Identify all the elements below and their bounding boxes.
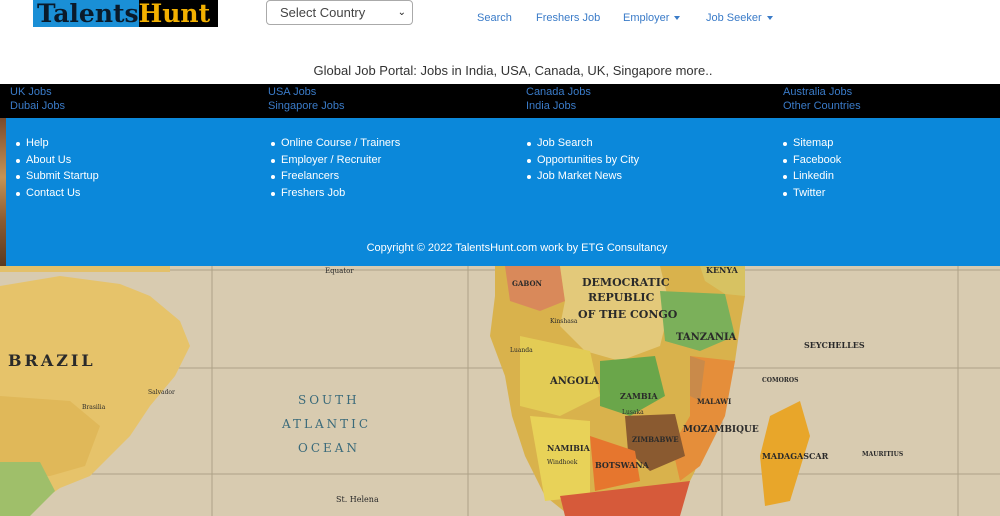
- map-label-south: SOUTH: [298, 393, 360, 407]
- map-label-drc-2: REPUBLIC: [588, 291, 655, 304]
- map-label-st-helena: St. Helena: [336, 495, 379, 504]
- footer-col-services: Online Course / Trainers Employer / Recr…: [268, 135, 400, 201]
- nav-search[interactable]: Search: [477, 12, 512, 24]
- footer-link-employer-recruiter[interactable]: Employer / Recruiter: [268, 152, 400, 169]
- map-label-mozambique: MOZAMBIQUE: [683, 425, 759, 435]
- footer-link-facebook[interactable]: Facebook: [780, 152, 841, 169]
- footer-link-opportunities-by-city[interactable]: Opportunities by City: [524, 152, 639, 169]
- footer-link-freelancers[interactable]: Freelancers: [268, 168, 400, 185]
- link-dubai-jobs[interactable]: Dubai Jobs: [10, 100, 65, 112]
- map-label-brazil: BRAZIL: [8, 351, 96, 370]
- link-australia-jobs[interactable]: Australia Jobs: [783, 86, 852, 98]
- logo-part-hunt: Hunt: [138, 0, 218, 27]
- link-uk-jobs[interactable]: UK Jobs: [10, 86, 52, 98]
- nav-employer-dropdown[interactable]: Employer: [623, 12, 681, 24]
- footer-link-freshers-job[interactable]: Freshers Job: [268, 185, 400, 202]
- map-label-botswana: BOTSWANA: [595, 460, 650, 470]
- nav-freshers-job[interactable]: Freshers Job: [536, 12, 600, 24]
- caret-down-icon: [766, 16, 773, 21]
- link-other-countries[interactable]: Other Countries: [783, 100, 861, 112]
- map-label-kenya: KENYA: [706, 266, 739, 275]
- map-label-comoros: COMOROS: [762, 377, 798, 384]
- map-label-salvador: Salvador: [148, 389, 175, 396]
- logo-part-talents: Talents: [33, 0, 139, 27]
- map-label-kinshasa: Kinshasa: [550, 318, 578, 325]
- tagline: Global Job Portal: Jobs in India, USA, C…: [313, 63, 713, 78]
- nav-job-seeker-label: Job Seeker: [706, 12, 762, 24]
- map-label-lusaka: Lusaka: [622, 409, 644, 416]
- footer-link-about-us[interactable]: About Us: [13, 152, 99, 169]
- link-usa-jobs[interactable]: USA Jobs: [268, 86, 316, 98]
- map-label-mauritius: MAURITIUS: [862, 451, 903, 458]
- footer-link-job-market-news[interactable]: Job Market News: [524, 168, 639, 185]
- footer-col-social: Sitemap Facebook Linkedin Twitter: [780, 135, 841, 201]
- world-map-image: BRAZIL SOUTH ATLANTIC OCEAN DEMOCRATIC R…: [0, 266, 1000, 516]
- chevron-down-icon: ⌄: [397, 7, 406, 18]
- map-label-ocean: OCEAN: [298, 441, 360, 455]
- map-label-zimbabwe: ZIMBABWE: [632, 435, 679, 444]
- map-label-luanda: Luanda: [510, 347, 533, 354]
- nav-employer-label: Employer: [623, 12, 670, 24]
- map-label-drc-3: OF THE CONGO: [578, 308, 678, 321]
- link-canada-jobs[interactable]: Canada Jobs: [526, 86, 591, 98]
- link-india-jobs[interactable]: India Jobs: [526, 100, 576, 112]
- map-label-brasilia: Brasilia: [82, 404, 106, 411]
- footer-link-linkedin[interactable]: Linkedin: [780, 168, 841, 185]
- map-label-zambia: ZAMBIA: [620, 391, 658, 401]
- link-singapore-jobs[interactable]: Singapore Jobs: [268, 100, 344, 112]
- map-label-seychelles: SEYCHELLES: [804, 340, 865, 350]
- footer-link-sitemap[interactable]: Sitemap: [780, 135, 841, 152]
- map-label-tanzania: TANZANIA: [676, 332, 737, 343]
- footer-link-contact-us[interactable]: Contact Us: [13, 185, 99, 202]
- map-label-gabon: GABON: [512, 279, 543, 288]
- map-label-malawi: MALAWI: [697, 397, 731, 406]
- nav-job-seeker-dropdown[interactable]: Job Seeker: [706, 12, 773, 24]
- footer-col-jobs: Job Search Opportunities by City Job Mar…: [524, 135, 639, 185]
- map-label-atlantic: ATLANTIC: [281, 417, 371, 431]
- country-select-value: Select Country: [280, 5, 366, 20]
- footer-col-general: Help About Us Submit Startup Contact Us: [13, 135, 99, 201]
- footer-link-submit-startup[interactable]: Submit Startup: [13, 168, 99, 185]
- map-label-madagascar: MADAGASCAR: [762, 451, 829, 461]
- footer-link-twitter[interactable]: Twitter: [780, 185, 841, 202]
- map-label-windhoek: Windhoek: [547, 459, 578, 466]
- map-label-namibia: NAMIBIA: [547, 443, 591, 453]
- site-logo[interactable]: Talents Hunt: [33, 0, 218, 27]
- map-label-drc-1: DEMOCRATIC: [582, 276, 670, 289]
- country-select[interactable]: Select Country ⌄: [266, 0, 413, 25]
- map-label-angola: ANGOLA: [549, 376, 599, 387]
- footer-links-panel: Help About Us Submit Startup Contact Us …: [6, 118, 1000, 266]
- map-label-equator: Equator: [325, 267, 354, 275]
- footer-link-help[interactable]: Help: [13, 135, 99, 152]
- footer-link-online-course[interactable]: Online Course / Trainers: [268, 135, 400, 152]
- caret-down-icon: [674, 16, 681, 21]
- footer-link-job-search[interactable]: Job Search: [524, 135, 639, 152]
- copyright-text: Copyright © 2022 TalentsHunt.com work by…: [366, 242, 668, 254]
